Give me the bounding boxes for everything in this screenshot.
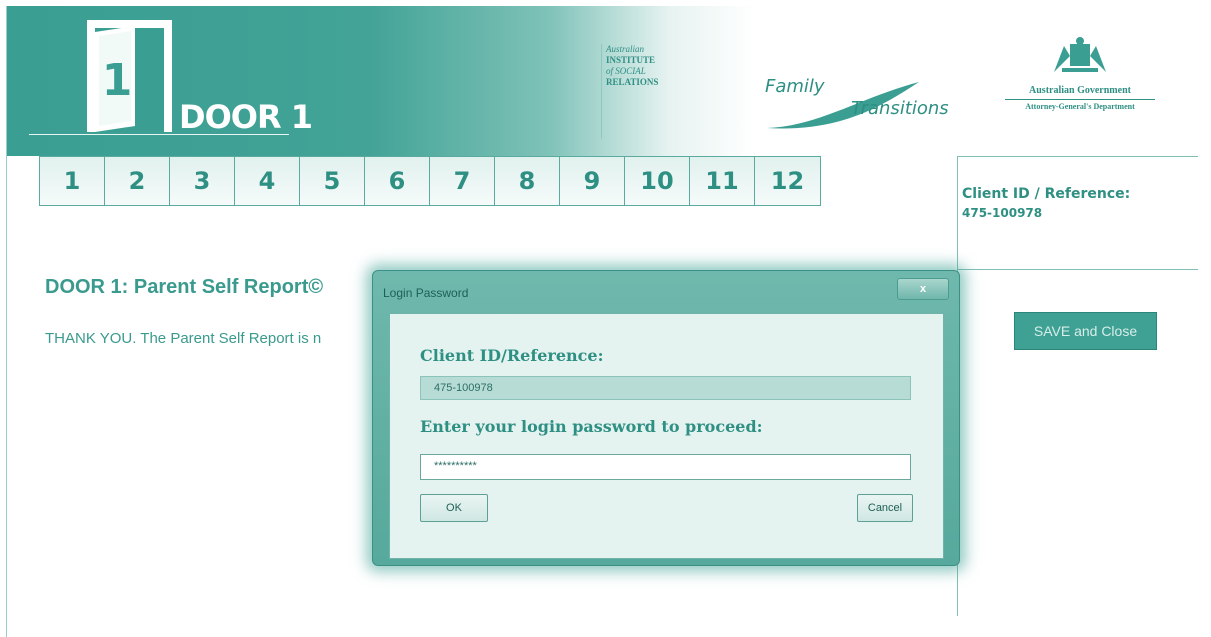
family-transitions-logo: Family Transitions bbox=[759, 68, 949, 138]
password-prompt-label: Enter your login password to proceed: bbox=[420, 417, 763, 436]
step-tab-10[interactable]: 10 bbox=[625, 157, 690, 205]
password-field[interactable]: ********** bbox=[420, 454, 911, 480]
step-tab-9[interactable]: 9 bbox=[560, 157, 625, 205]
step-tab-12[interactable]: 12 bbox=[755, 157, 820, 205]
close-icon[interactable]: x bbox=[897, 278, 949, 300]
coat-of-arms-icon bbox=[1054, 37, 1106, 72]
dialog-title: Login Password bbox=[383, 286, 469, 300]
client-reference-field: 475-100978 bbox=[420, 376, 911, 400]
sidebar-rule bbox=[957, 269, 1198, 270]
header-divider bbox=[29, 134, 289, 135]
step-tab-8[interactable]: 8 bbox=[495, 157, 560, 205]
step-tab-1[interactable]: 1 bbox=[40, 157, 105, 205]
sidebar-top-rule bbox=[957, 156, 1198, 157]
app-window: 1 DOOR 1 Australian INSTITUTE of SOCIAL … bbox=[6, 6, 1211, 637]
thank-you-message: THANK YOU. The Parent Self Report is n bbox=[45, 330, 322, 347]
step-tabs: 1 2 3 4 5 6 7 8 9 10 11 12 bbox=[39, 156, 821, 206]
aisr-logo: Australian INSTITUTE of SOCIAL RELATIONS bbox=[601, 44, 658, 139]
dialog-body: Client ID/Reference: 475-100978 Enter yo… bbox=[389, 313, 944, 559]
australian-government-logo: Australian Government Attorney-General's… bbox=[995, 36, 1165, 111]
login-password-dialog: Login Password x Client ID/Reference: 47… bbox=[372, 270, 960, 566]
step-tab-3[interactable]: 3 bbox=[170, 157, 235, 205]
door-logo-number: 1 bbox=[102, 55, 133, 106]
door-logo-icon: 1 bbox=[87, 20, 172, 132]
client-id-value: 475-100978 bbox=[962, 206, 1043, 220]
step-tab-5[interactable]: 5 bbox=[300, 157, 365, 205]
step-tab-7[interactable]: 7 bbox=[430, 157, 495, 205]
header-banner: 1 DOOR 1 Australian INSTITUTE of SOCIAL … bbox=[7, 6, 1211, 156]
page-title: DOOR 1: Parent Self Report© bbox=[45, 276, 324, 298]
save-and-close-button[interactable]: SAVE and Close bbox=[1014, 312, 1157, 350]
step-tab-6[interactable]: 6 bbox=[365, 157, 430, 205]
app-title: DOOR 1 bbox=[179, 98, 313, 136]
step-tab-11[interactable]: 11 bbox=[690, 157, 755, 205]
ok-button[interactable]: OK bbox=[420, 494, 488, 522]
cancel-button[interactable]: Cancel bbox=[857, 494, 913, 522]
client-reference-label: Client ID/Reference: bbox=[420, 346, 604, 365]
step-tab-4[interactable]: 4 bbox=[235, 157, 300, 205]
client-id-label: Client ID / Reference: bbox=[962, 186, 1131, 202]
step-tab-2[interactable]: 2 bbox=[105, 157, 170, 205]
